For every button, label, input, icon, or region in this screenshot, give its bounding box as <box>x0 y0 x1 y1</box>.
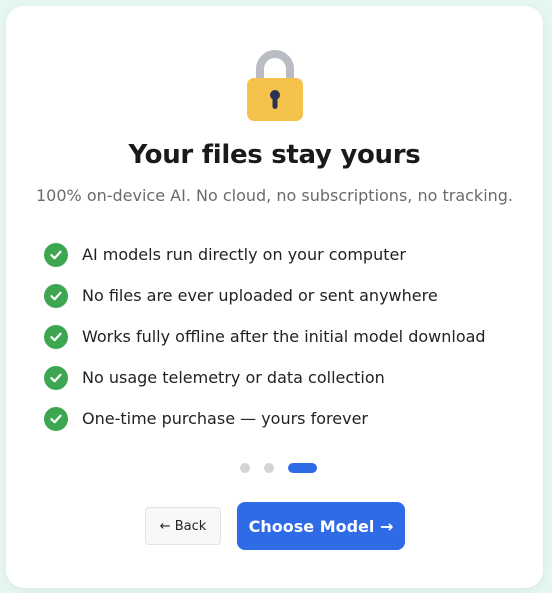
feature-item: No files are ever uploaded or sent anywh… <box>44 275 486 316</box>
check-icon <box>44 283 68 308</box>
step-indicator <box>240 463 317 473</box>
choose-model-button[interactable]: Choose Model → <box>237 502 405 550</box>
check-icon <box>44 324 68 349</box>
feature-text: No files are ever uploaded or sent anywh… <box>82 286 438 305</box>
check-icon <box>44 365 68 390</box>
page-title: Your files stay yours <box>128 140 421 170</box>
step-dot-2 <box>264 463 274 473</box>
feature-text: No usage telemetry or data collection <box>82 368 385 387</box>
page-subtitle: 100% on-device AI. No cloud, no subscrip… <box>35 186 514 205</box>
feature-text: Works fully offline after the initial mo… <box>82 327 486 346</box>
feature-list: AI models run directly on your computer … <box>44 234 486 439</box>
lock-icon <box>247 50 303 121</box>
feature-item: No usage telemetry or data collection <box>44 357 486 398</box>
back-button[interactable]: ← Back <box>145 507 221 545</box>
feature-item: Works fully offline after the initial mo… <box>44 316 486 357</box>
feature-text: AI models run directly on your computer <box>82 245 406 264</box>
feature-item: AI models run directly on your computer <box>44 234 486 275</box>
check-icon <box>44 406 68 431</box>
step-dot-3-active <box>288 463 317 473</box>
check-icon <box>44 242 68 267</box>
onboarding-card: Your files stay yours 100% on-device AI.… <box>6 6 543 588</box>
step-dot-1 <box>240 463 250 473</box>
feature-text: One-time purchase — yours forever <box>82 409 368 428</box>
feature-item: One-time purchase — yours forever <box>44 398 486 439</box>
